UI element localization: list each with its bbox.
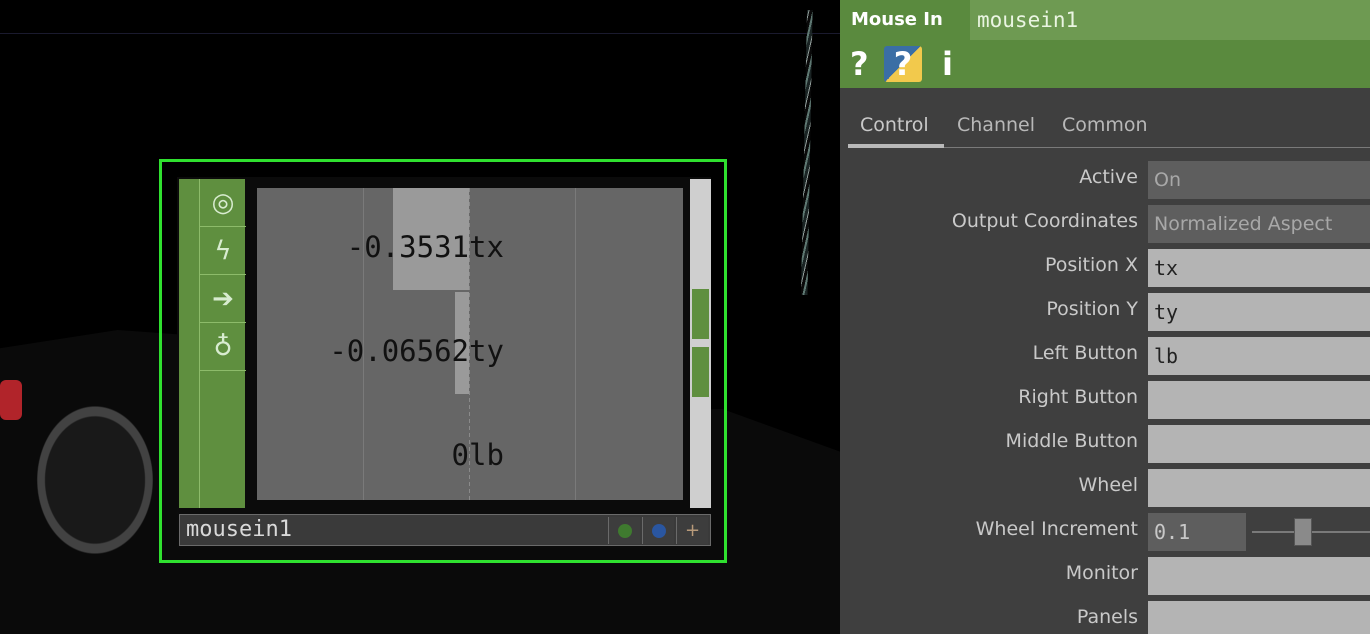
channel-row: 0lb bbox=[452, 438, 513, 472]
param-label: Middle Button bbox=[1005, 430, 1138, 452]
param-label: Wheel bbox=[1078, 474, 1139, 496]
active-menu[interactable]: On bbox=[1148, 161, 1370, 199]
middle-button-field[interactable] bbox=[1148, 425, 1370, 463]
viewer-divider bbox=[575, 188, 576, 500]
node-name-label[interactable]: mousein1 bbox=[186, 517, 292, 542]
tab-control[interactable]: Control bbox=[860, 114, 929, 136]
target-icon[interactable]: ◎ bbox=[200, 179, 246, 227]
param-middle-button: Middle Button bbox=[840, 422, 1370, 466]
param-active: Active On bbox=[840, 158, 1370, 202]
node-scrollbar[interactable] bbox=[690, 179, 711, 508]
monitor-field[interactable] bbox=[1148, 557, 1370, 595]
param-wheel-increment: Wheel Increment 0.1 bbox=[840, 510, 1370, 554]
param-output-coordinates: Output Coordinates Normalized Aspect bbox=[840, 202, 1370, 246]
wheel-increment-slider-handle[interactable] bbox=[1294, 518, 1312, 546]
param-label: Monitor bbox=[1065, 562, 1138, 584]
channel-value: -0.3531 bbox=[346, 230, 469, 264]
node-footer: mousein1 + bbox=[179, 514, 711, 546]
param-left-button: Left Button lb bbox=[840, 334, 1370, 378]
channel-row: -0.06562ty bbox=[329, 334, 513, 368]
param-label: Right Button bbox=[1018, 386, 1138, 408]
param-label: Position Y bbox=[1046, 298, 1138, 320]
tab-common[interactable]: Common bbox=[1062, 114, 1148, 136]
point-cloud-taillight bbox=[0, 380, 22, 420]
channel-name: tx bbox=[469, 230, 504, 264]
param-position-y: Position Y ty bbox=[840, 290, 1370, 334]
arrow-right-icon[interactable]: ➔ bbox=[200, 275, 246, 323]
position-x-field[interactable]: tx bbox=[1148, 249, 1370, 287]
right-button-field[interactable] bbox=[1148, 381, 1370, 419]
channel-value: -0.06562 bbox=[329, 334, 469, 368]
scroll-thumb[interactable] bbox=[692, 347, 709, 397]
lightning-icon[interactable]: ϟ bbox=[200, 227, 246, 275]
active-tab-indicator bbox=[848, 144, 944, 148]
param-label: Output Coordinates bbox=[951, 210, 1138, 232]
channel-name: lb bbox=[469, 438, 504, 472]
param-label: Active bbox=[1079, 166, 1138, 188]
parameter-panel: Mouse In mousein1 ? ? i Control Channel … bbox=[840, 0, 1370, 634]
tab-divider bbox=[944, 147, 1370, 148]
param-label: Panels bbox=[1076, 606, 1138, 628]
operator-name-field[interactable]: mousein1 bbox=[970, 0, 1370, 40]
green-dot-icon bbox=[618, 524, 632, 538]
mousein-node[interactable]: ◎ ϟ ➔ ♁ -0.3531tx -0.06562ty 0lb mousein… bbox=[159, 159, 727, 563]
channel-name: ty bbox=[469, 334, 504, 368]
viewer-toggle-button[interactable] bbox=[608, 517, 640, 544]
panels-field[interactable] bbox=[1148, 601, 1370, 634]
left-button-field[interactable]: lb bbox=[1148, 337, 1370, 375]
param-label: Left Button bbox=[1032, 342, 1138, 364]
param-right-button: Right Button bbox=[840, 378, 1370, 422]
panel-header: Mouse In mousein1 ? ? i bbox=[840, 0, 1370, 88]
wheel-increment-field[interactable]: 0.1 bbox=[1148, 513, 1246, 551]
channel-value: 0 bbox=[451, 438, 469, 472]
lock-icon[interactable]: ♁ bbox=[200, 323, 246, 371]
node-flag-strip bbox=[179, 179, 199, 508]
viewport[interactable]: ◎ ϟ ➔ ♁ -0.3531tx -0.06562ty 0lb mousein… bbox=[0, 0, 840, 634]
channel-row: -0.3531tx bbox=[347, 230, 513, 264]
param-position-x: Position X tx bbox=[840, 246, 1370, 290]
node-flag-column: ◎ ϟ ➔ ♁ bbox=[199, 179, 246, 508]
node-body: ◎ ϟ ➔ ♁ -0.3531tx -0.06562ty 0lb mousein… bbox=[177, 177, 711, 548]
scroll-thumb[interactable] bbox=[692, 289, 709, 339]
info-icon[interactable]: i bbox=[942, 46, 953, 82]
param-wheel: Wheel bbox=[840, 466, 1370, 510]
channel-viewer: -0.3531tx -0.06562ty 0lb bbox=[257, 188, 683, 500]
position-y-field[interactable]: ty bbox=[1148, 293, 1370, 331]
operator-type-label: Mouse In bbox=[851, 9, 943, 30]
point-cloud-stick bbox=[786, 10, 823, 295]
blue-dot-icon bbox=[652, 524, 666, 538]
param-panels: Panels bbox=[840, 598, 1370, 634]
param-monitor: Monitor bbox=[840, 554, 1370, 598]
param-label: Wheel Increment bbox=[975, 518, 1138, 540]
tab-channel[interactable]: Channel bbox=[957, 114, 1035, 136]
output-coordinates-menu[interactable]: Normalized Aspect bbox=[1148, 205, 1370, 243]
plus-icon[interactable]: + bbox=[676, 517, 708, 544]
grid-line bbox=[0, 33, 840, 34]
python-help-icon[interactable]: ? bbox=[884, 46, 922, 82]
wheel-field[interactable] bbox=[1148, 469, 1370, 507]
param-label: Position X bbox=[1044, 254, 1138, 276]
parameter-tabs: Control Channel Common bbox=[840, 108, 1370, 150]
help-icon[interactable]: ? bbox=[850, 46, 869, 82]
cook-toggle-button[interactable] bbox=[642, 517, 674, 544]
